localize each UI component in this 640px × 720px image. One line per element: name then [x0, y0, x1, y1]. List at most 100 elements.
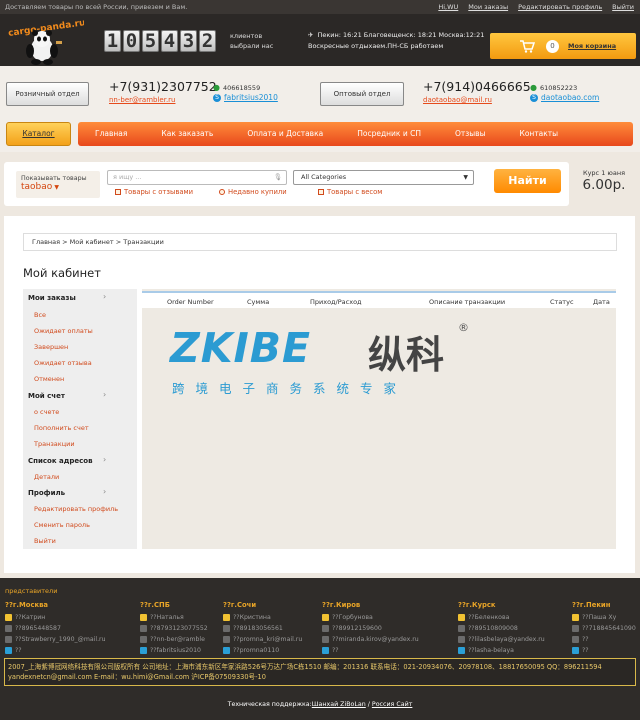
city-times: Пекин: 16:21 Благовещенск: 18:21 Москва:… [317, 31, 485, 39]
city-name: ??г.Пекин [572, 601, 611, 609]
menu-item-contacts[interactable]: Контакты [503, 122, 576, 146]
menu-item-how-to-order[interactable]: Как заказать [144, 122, 230, 146]
rep-phone: ??8793123077552 [150, 625, 208, 632]
rep-person: ??Катрин [15, 614, 46, 621]
menu-item-home[interactable]: Главная [78, 122, 144, 146]
sidebar-item-about-account[interactable]: о счете [34, 408, 59, 416]
skype-icon [5, 647, 12, 654]
mail-icon [572, 636, 579, 643]
panda-logo[interactable]: cargo-panda.ru [4, 17, 86, 65]
filter-recently-bought[interactable]: Недавно купили [219, 188, 287, 196]
rep-skype[interactable]: ?? [332, 647, 339, 654]
sidebar-item-awaiting-review[interactable]: Ожидает отзыва [34, 359, 92, 367]
cart-label[interactable]: Моя корзина [568, 42, 616, 50]
rep-skype[interactable]: ?? [582, 647, 589, 654]
rep-person: ??Беленкова [468, 614, 510, 621]
edit-profile-link[interactable]: Редактировать профиль [518, 3, 602, 11]
copyright-line2: yandexnetcn@gmail.com E-mail：wu.himi@Gma… [8, 673, 266, 681]
sidebar-section-orders[interactable]: Мои заказы [28, 294, 76, 302]
cart-button[interactable]: 0 Моя корзина [490, 33, 636, 59]
breadcrumb: Главная > Мой кабинет > Транзакции [23, 233, 617, 251]
find-button[interactable]: Найти [494, 169, 561, 193]
wholesale-department-button[interactable]: Оптовый отдел [320, 82, 404, 106]
rep-mail-row: ??promna_kri@mail.ru [223, 636, 302, 643]
city-name: ??г.Сочи [223, 601, 257, 609]
sidebar-item-change-password[interactable]: Сменить пароль [34, 521, 90, 529]
plane-icon: ✈ [308, 31, 314, 39]
rep-skype-row: ?? [572, 647, 589, 654]
rep-skype[interactable]: ?? [15, 647, 22, 654]
weight-icon [318, 189, 324, 195]
phone-icon [572, 625, 579, 632]
rep-skype[interactable]: ??promna0110 [233, 647, 279, 654]
qq-icon [5, 614, 12, 621]
sidebar-item-transactions[interactable]: Транзакции [34, 440, 75, 448]
wholesale-qq-number: 610852223 [539, 83, 578, 92]
rep-person-row: ??Кристина [223, 614, 271, 621]
support-link-shanghai[interactable]: Шанхай ZiBoLan [312, 701, 366, 708]
weekend-note: Воскресные отдыхаем.ПН-СБ работаем [308, 42, 444, 50]
rep-skype[interactable]: ??fabritsius2010 [150, 647, 201, 654]
rep-city: ??г.СПБ [140, 601, 170, 609]
product-source-select[interactable]: Показывать товары taobao ▼ [16, 171, 100, 198]
menu-item-payment-delivery[interactable]: Оплата и Доставка [230, 122, 340, 146]
rep-phone-row: ??89912159600 [322, 625, 382, 632]
tech-support: Техническая поддержка:Шанхай ZiBoLan / Р… [0, 701, 640, 708]
logout-link[interactable]: Выйти [612, 3, 634, 11]
rep-skype[interactable]: ??lasha-belaya [468, 647, 514, 654]
rep-mail-row: ?? [572, 636, 589, 643]
rep-mail[interactable]: ??lilasbelaya@yandex.ru [468, 636, 545, 643]
phone-icon [322, 625, 329, 632]
rep-mail[interactable]: ??miranda.kirov@yandex.ru [332, 636, 419, 643]
city-name: ??г.Москва [5, 601, 48, 609]
microphone-icon[interactable]: 🎙 [274, 171, 282, 184]
retail-email[interactable]: nn-ber@rambler.ru [109, 96, 175, 104]
chevron-right-icon: › [103, 390, 107, 399]
search-placeholder: я ищу ... [113, 173, 142, 181]
user-greeting-link[interactable]: Hi,WU [438, 3, 458, 11]
catalog-button[interactable]: Каталог [6, 122, 71, 146]
rep-person: ??Паша Ху [582, 614, 617, 621]
rep-mail[interactable]: ?? [582, 636, 589, 643]
skype-icon: S [213, 93, 221, 102]
sidebar-item-top-up[interactable]: Пополнить счет [34, 424, 89, 432]
sidebar-item-completed[interactable]: Завершен [34, 343, 68, 351]
menu-item-intermediary[interactable]: Посредник и СП [340, 122, 438, 146]
sidebar-section-account[interactable]: Мой счет [28, 392, 65, 400]
support-link-russia[interactable]: Россия Сайт [372, 701, 412, 708]
contacts-row: Розничный отдел +7(931)2307752 nn-ber@ra… [0, 66, 640, 118]
phone-icon [458, 625, 465, 632]
wholesale-email[interactable]: daotaobao@mail.ru [423, 96, 492, 104]
retail-department-button[interactable]: Розничный отдел [6, 82, 89, 106]
filter-with-weight[interactable]: Товары с весом [318, 188, 382, 196]
filter-with-reviews[interactable]: Товары с отзывами [115, 188, 193, 196]
rep-person-row: ??Беленкова [458, 614, 509, 621]
qq-icon [572, 614, 579, 621]
retail-qq-number: 406618559 [222, 83, 261, 92]
search-input[interactable]: я ищу ... 🎙 [107, 170, 287, 185]
category-value: All Categories [301, 173, 347, 181]
my-orders-link[interactable]: Мои заказы [468, 3, 508, 11]
retail-skype[interactable]: S fabritsius2010 [213, 93, 278, 102]
chevron-right-icon: › [103, 487, 107, 496]
sidebar-item-all[interactable]: Все [34, 311, 46, 319]
sidebar-item-awaiting-payment[interactable]: Ожидает оплаты [34, 327, 93, 335]
sidebar-item-logout[interactable]: Выйти [34, 537, 56, 545]
sidebar-item-cancelled[interactable]: Отменен [34, 375, 64, 383]
sidebar-section-addresses[interactable]: Список адресов [28, 457, 93, 465]
chevron-right-icon: › [103, 455, 107, 464]
category-select[interactable]: All Categories ▼ [293, 170, 474, 185]
rep-mail-row: ??miranda.kirov@yandex.ru [322, 636, 419, 643]
menu-item-reviews[interactable]: Отзывы [438, 122, 503, 146]
phone-icon [140, 625, 147, 632]
skype-icon: S [530, 93, 538, 102]
sidebar-item-edit-profile[interactable]: Редактировать профиль [34, 505, 118, 513]
sidebar-item-details[interactable]: Детали [34, 473, 59, 481]
rep-mail[interactable]: ??Strawberry_1990_@mail.ru [15, 636, 106, 643]
rep-phone: ??8965448587 [15, 625, 61, 632]
sidebar-section-profile[interactable]: Профиль [28, 489, 65, 497]
rep-mail[interactable]: ??nn-ber@ramble [150, 636, 205, 643]
rep-mail[interactable]: ??promna_kri@mail.ru [233, 636, 302, 643]
wholesale-skype[interactable]: S daotaobao.com [530, 93, 599, 102]
cart-count-badge: 0 [546, 40, 559, 53]
